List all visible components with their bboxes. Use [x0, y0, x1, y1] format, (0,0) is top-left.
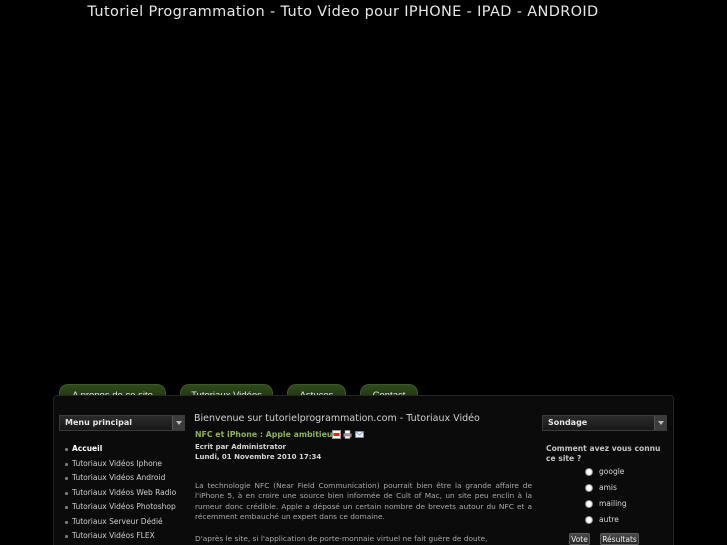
article-date: Lundi, 01 Novembre 2010 17:34	[195, 453, 322, 461]
menu-item-android[interactable]: Tutoriaux Vidéos Android	[65, 471, 176, 486]
vote-button[interactable]: Vote	[569, 533, 590, 545]
poll-option-label: autre	[599, 515, 619, 524]
poll-option-label: mailing	[599, 499, 627, 508]
print-icon[interactable]	[343, 430, 352, 439]
poll-radio-google[interactable]	[585, 468, 593, 476]
menu-item-serveur-dedie[interactable]: Tutoriaux Serveur Dédié	[65, 515, 176, 530]
poll-question: Comment avez vous connu ce site ?	[546, 444, 661, 463]
poll-option-label: google	[599, 467, 625, 476]
menu-principal-header: Menu principal	[59, 415, 185, 431]
email-icon[interactable]	[355, 430, 364, 439]
poll-header: Sondage	[542, 415, 667, 431]
poll-radio-mailing[interactable]	[585, 500, 593, 508]
chevron-down-icon[interactable]	[172, 416, 184, 430]
article-author: Ecrit par Administrator	[195, 443, 286, 451]
results-button[interactable]: Résultats	[600, 533, 639, 545]
article-title-link[interactable]: NFC et iPhone : Apple ambitieux	[195, 430, 337, 439]
menu-principal-title: Menu principal	[65, 418, 133, 427]
chevron-down-icon[interactable]	[654, 416, 666, 430]
poll-title: Sondage	[548, 418, 588, 427]
poll-radio-amis[interactable]	[585, 484, 593, 492]
poll-radio-autre[interactable]	[585, 516, 593, 524]
article-paragraph-1: La technologie NFC (Near Field Communica…	[195, 481, 532, 522]
site-title: Tutoriel Programmation - Tuto Video pour…	[87, 4, 599, 20]
article-paragraph-2: D'après le site, si l'application de por…	[195, 534, 488, 543]
main-menu-list: Accueil Tutoriaux Vidéos Iphone Tutoriau…	[65, 442, 176, 544]
poll-option-label: amis	[599, 483, 617, 492]
menu-item-web-radio[interactable]: Tutoriaux Vidéos Web Radio	[65, 486, 176, 501]
pdf-icon[interactable]	[332, 430, 341, 439]
menu-item-photoshop[interactable]: Tutoriaux Vidéos Photoshop	[65, 500, 176, 515]
menu-item-flex[interactable]: Tutoriaux Vidéos FLEX	[65, 529, 176, 544]
welcome-heading: Bienvenue sur tutorielprogrammation.com …	[194, 413, 480, 424]
menu-item-accueil[interactable]: Accueil	[65, 442, 176, 457]
menu-item-iphone[interactable]: Tutoriaux Vidéos Iphone	[65, 457, 176, 472]
